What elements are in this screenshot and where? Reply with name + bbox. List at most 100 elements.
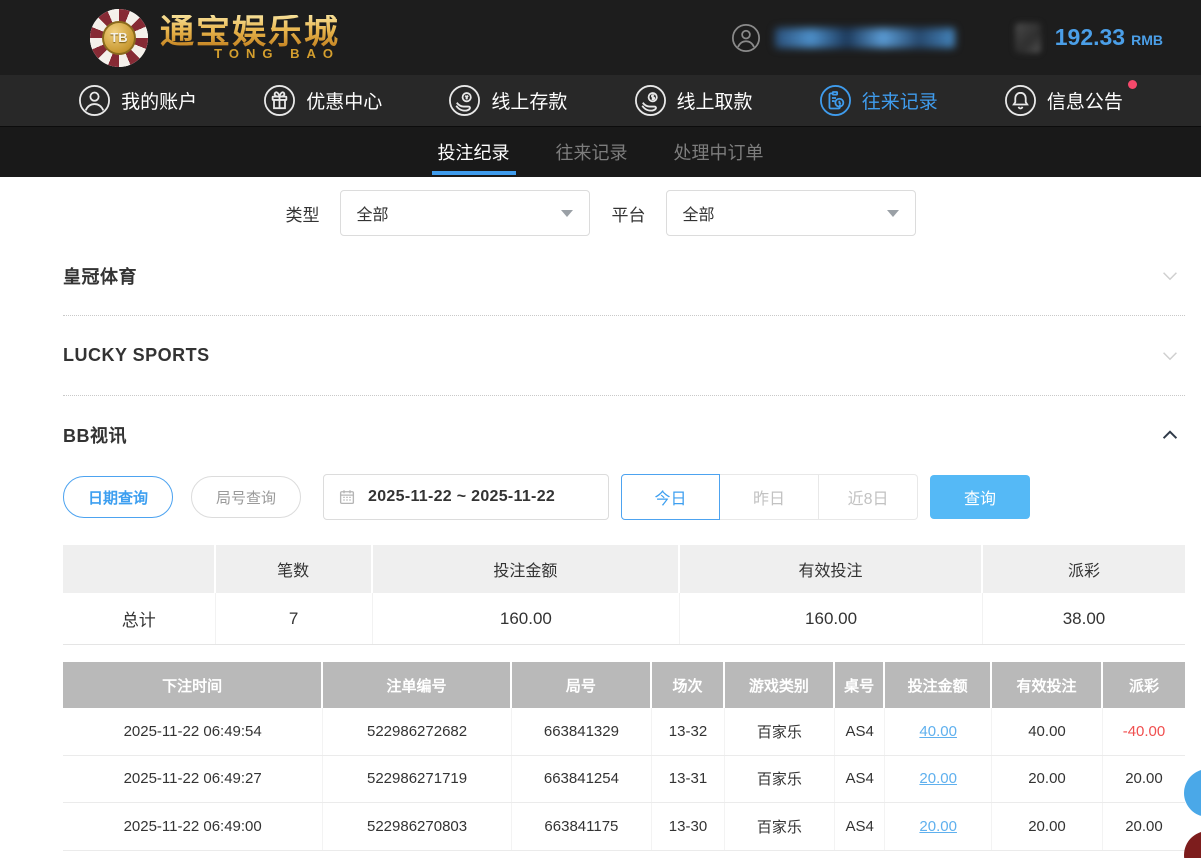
bet-id: 522986271719 (323, 756, 511, 803)
game-type: 百家乐 (725, 803, 835, 850)
bet-header-cell: 投注金额 (885, 662, 992, 708)
platform-select[interactable]: 全部 (666, 190, 916, 236)
summary-header-cell: 笔数 (216, 545, 373, 593)
chevron-up-icon (1159, 424, 1181, 446)
platform-filter-label: 平台 (612, 201, 646, 226)
site-logo[interactable]: TB 通宝娱乐城 TONG BAO (90, 9, 340, 67)
wallet-icon-redacted[interactable] (1015, 23, 1041, 53)
quick-range-group: 今日 昨日 近8日 (621, 474, 918, 520)
sub-nav: 投注纪录 往来记录 处理中订单 (0, 127, 1201, 177)
type-select-value: 全部 (357, 201, 389, 225)
chip-label: TB (110, 30, 127, 45)
account-avatar-icon[interactable] (731, 23, 761, 53)
summary-bet-amount: 160.00 (373, 593, 680, 644)
bet-header-cell: 场次 (652, 662, 725, 708)
round-number: 663841329 (512, 708, 652, 755)
payout: 20.00 (1103, 803, 1185, 850)
balance-amount: 192.33 (1055, 24, 1125, 51)
table-number: AS4 (835, 756, 885, 803)
nav-label: 线上取款 (677, 87, 753, 114)
balance[interactable]: 192.33 RMB (1055, 24, 1163, 51)
bet-header-cell: 注单编号 (323, 662, 511, 708)
bet-time: 2025-11-22 06:49:54 (63, 708, 323, 755)
nav-item-my-account[interactable]: 我的账户 (78, 84, 197, 117)
notification-dot (1128, 80, 1137, 89)
calendar-icon (338, 488, 356, 506)
round-query-button[interactable]: 局号查询 (191, 476, 301, 518)
deposit-icon (448, 84, 481, 117)
nav-item-deposit[interactable]: 线上存款 (448, 84, 567, 117)
bet-header-cell: 下注时间 (63, 662, 323, 708)
query-bar: 日期查询 局号查询 2025-11-22 ~ 2025-11-22 今日 昨日 … (63, 474, 1185, 520)
table-row: 2025-11-22 06:49:00 522986270803 6638411… (63, 803, 1185, 851)
main-nav: 我的账户 优惠中心 线上存款 线上取款 (0, 75, 1201, 127)
summary-header-row: 笔数 投注金额 有效投注 派彩 (63, 545, 1185, 593)
table-row: 2025-11-22 06:49:27 522986271719 6638412… (63, 756, 1185, 804)
nav-item-transaction-records[interactable]: 往来记录 (819, 84, 938, 117)
bet-header-cell: 局号 (512, 662, 652, 708)
valid-bet: 20.00 (992, 803, 1103, 850)
bet-header-cell: 有效投注 (992, 662, 1103, 708)
date-query-button[interactable]: 日期查询 (63, 476, 173, 518)
bet-header-cell: 桌号 (835, 662, 885, 708)
tab-bet-records[interactable]: 投注纪录 (436, 127, 512, 177)
nav-label: 线上存款 (491, 87, 567, 114)
game-type: 百家乐 (725, 708, 835, 755)
nav-item-promotions[interactable]: 优惠中心 (263, 84, 382, 117)
type-select[interactable]: 全部 (340, 190, 590, 236)
session: 13-31 (652, 756, 725, 803)
yesterday-button[interactable]: 昨日 (720, 474, 819, 520)
site-title: 通宝娱乐城 (160, 15, 340, 49)
tab-transaction-records[interactable]: 往来记录 (554, 127, 630, 177)
summary-count: 7 (216, 593, 373, 644)
records-icon (819, 84, 852, 117)
nav-item-announcements[interactable]: 信息公告 (1004, 84, 1123, 117)
today-button[interactable]: 今日 (621, 474, 720, 520)
game-sections: 皇冠体育 LUCKY SPORTS BB视讯 (63, 236, 1185, 474)
search-button[interactable]: 查询 (930, 475, 1030, 519)
summary-valid-bet: 160.00 (680, 593, 983, 644)
bet-amount-link[interactable]: 20.00 (919, 818, 957, 835)
session: 13-30 (652, 803, 725, 850)
bet-amount-link[interactable]: 40.00 (919, 723, 957, 740)
caret-down-icon (561, 210, 573, 217)
username-redacted[interactable] (775, 28, 955, 48)
site-subtitle: TONG BAO (214, 47, 340, 60)
summary-header-cell: 投注金额 (373, 545, 680, 593)
filter-row: 类型 全部 平台 全部 (0, 177, 1201, 236)
section-crown-sports[interactable]: 皇冠体育 (63, 236, 1185, 316)
table-number: AS4 (835, 803, 885, 850)
last-8-days-button[interactable]: 近8日 (819, 474, 918, 520)
round-number: 663841175 (512, 803, 652, 850)
content-area: 类型 全部 平台 全部 皇冠体育 LUCKY SPORTS BB视讯 (0, 177, 1201, 851)
payout: 20.00 (1103, 756, 1185, 803)
bet-id: 522986272682 (323, 708, 511, 755)
bet-table-header-row: 下注时间 注单编号 局号 场次 游戏类别 桌号 投注金额 有效投注 派彩 (63, 662, 1185, 708)
tab-pending-orders[interactable]: 处理中订单 (672, 127, 766, 177)
bet-id: 522986270803 (323, 803, 511, 850)
bet-header-cell: 游戏类别 (725, 662, 835, 708)
date-range-input[interactable]: 2025-11-22 ~ 2025-11-22 (323, 474, 609, 520)
valid-bet: 40.00 (992, 708, 1103, 755)
poker-chip-icon: TB (90, 9, 148, 67)
payout: -40.00 (1103, 708, 1185, 755)
session: 13-32 (652, 708, 725, 755)
summary-table: 笔数 投注金额 有效投注 派彩 总计 7 160.00 160.00 38.00 (63, 545, 1185, 645)
game-type: 百家乐 (725, 756, 835, 803)
section-title: 皇冠体育 (63, 263, 137, 289)
nav-label: 优惠中心 (306, 87, 382, 114)
nav-item-withdraw[interactable]: 线上取款 (634, 84, 753, 117)
section-lucky-sports[interactable]: LUCKY SPORTS (63, 316, 1185, 396)
bet-amount-link[interactable]: 20.00 (919, 770, 957, 787)
summary-total-label: 总计 (63, 593, 216, 644)
valid-bet: 20.00 (992, 756, 1103, 803)
nav-label: 往来记录 (862, 87, 938, 114)
section-bb-live[interactable]: BB视讯 (63, 396, 1185, 474)
table-number: AS4 (835, 708, 885, 755)
chevron-down-icon (1159, 345, 1181, 367)
round-number: 663841254 (512, 756, 652, 803)
bet-header-cell: 派彩 (1103, 662, 1185, 708)
nav-label: 信息公告 (1047, 87, 1123, 114)
section-title: BB视讯 (63, 422, 127, 448)
type-filter-label: 类型 (286, 201, 320, 226)
